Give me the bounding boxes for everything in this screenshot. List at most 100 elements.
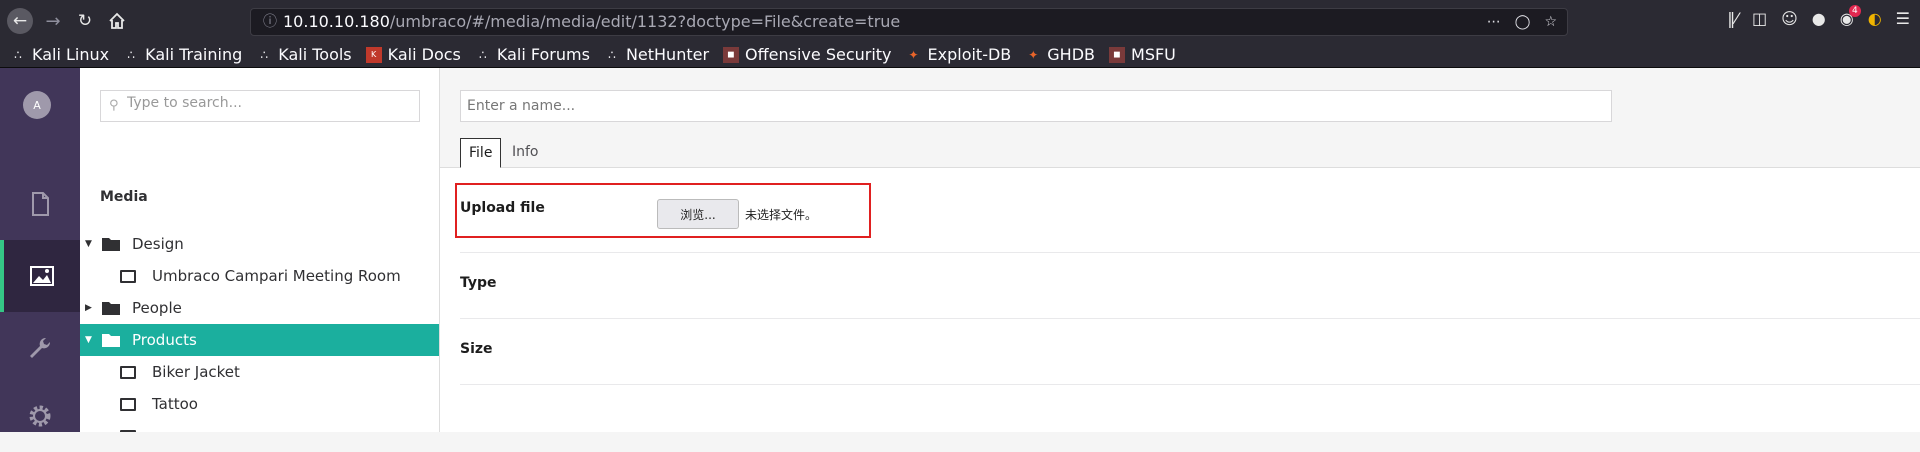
- bookmark-label: Kali Docs: [387, 45, 461, 64]
- tree-node-partial[interactable]: [80, 420, 439, 432]
- tab-label: File: [469, 145, 493, 161]
- tab-info[interactable]: Info: [504, 138, 547, 168]
- settings-wrench-icon: [30, 337, 51, 358]
- umbraco-app: A ⚲ Media ▼ Design Umbraco Campari Meeti…: [0, 68, 1920, 432]
- no-file-selected-text: 未选择文件。: [745, 208, 818, 222]
- folder-icon: [102, 238, 120, 251]
- tree-search[interactable]: ⚲: [100, 90, 420, 122]
- tree-node-biker-jacket[interactable]: Biker Jacket: [80, 356, 439, 388]
- pocket-icon[interactable]: ◯: [1515, 9, 1531, 35]
- section-media[interactable]: [0, 240, 80, 312]
- forward-button[interactable]: →: [41, 9, 65, 33]
- bookmark-label: Kali Forums: [496, 45, 590, 64]
- section-settings[interactable]: [0, 312, 80, 384]
- url-path: /umbraco/#/media/media/edit/1132?doctype…: [389, 12, 901, 31]
- reload-button[interactable]: ↻: [73, 9, 97, 33]
- tree-node-people[interactable]: ▶ People: [80, 292, 439, 324]
- account-icon[interactable]: ☺: [1781, 9, 1798, 28]
- image-icon: [120, 365, 136, 379]
- tree-node-umbraco-campari[interactable]: Umbraco Campari Meeting Room: [80, 260, 439, 292]
- tree-node-label: Biker Jacket: [152, 363, 240, 381]
- bookmark-ghdb[interactable]: ✦ GHDB: [1025, 45, 1095, 64]
- kali-dragon-icon: ∴: [479, 47, 487, 62]
- url-host: 10.10.10.180: [283, 12, 390, 31]
- upload-highlight-box: 浏览... 未选择文件。: [455, 183, 871, 238]
- bookmark-kali-tools[interactable]: ∴ Kali Tools: [256, 45, 351, 64]
- menu-icon[interactable]: ☰: [1896, 9, 1910, 28]
- back-button[interactable]: ←: [7, 8, 33, 34]
- size-property: Size: [460, 319, 1920, 385]
- kali-docs-icon: K: [365, 46, 382, 63]
- ghdb-icon: ✦: [1028, 47, 1039, 62]
- bookmark-label: Kali Linux: [32, 45, 110, 64]
- avatar[interactable]: A: [23, 91, 51, 119]
- type-label: Type: [460, 275, 497, 291]
- browser-toolbar: ← → ↻ ⓘ 10.10.10.180/umbraco/#/media/med…: [0, 0, 1920, 42]
- image-icon: [120, 269, 136, 283]
- bookmark-kali-training[interactable]: ∴ Kali Training: [123, 45, 242, 64]
- tree-node-tattoo[interactable]: Tattoo: [80, 388, 439, 420]
- library-icon[interactable]: ‖⁄: [1727, 9, 1738, 28]
- tree-node-label: Umbraco Campari Meeting Room: [152, 267, 401, 285]
- section-sidebar: A: [0, 68, 80, 432]
- name-input[interactable]: [460, 90, 1612, 122]
- search-input[interactable]: [127, 95, 407, 111]
- bookmark-exploit-db[interactable]: ✦ Exploit-DB: [906, 45, 1012, 64]
- bookmark-label: NetHunter: [625, 45, 710, 64]
- kali-dragon-icon: ∴: [127, 47, 135, 62]
- nethunter-icon: ∴: [608, 47, 616, 62]
- notifications-icon[interactable]: ◉ 4: [1840, 5, 1861, 28]
- bookmark-kali-linux[interactable]: ∴ Kali Linux: [10, 45, 109, 64]
- bookmark-label: Kali Tools: [278, 45, 352, 64]
- section-developer[interactable]: [0, 380, 80, 452]
- media-editor: File Info Upload file 浏览... 未选择文件。 Type …: [440, 68, 1920, 432]
- exploitdb-icon: ✦: [908, 47, 919, 62]
- tree-node-products[interactable]: ▼ Products: [80, 324, 439, 356]
- search-icon: ⚲: [109, 98, 119, 113]
- bookmark-label: GHDB: [1047, 45, 1096, 64]
- bookmark-kali-docs[interactable]: K Kali Docs: [365, 45, 461, 64]
- tab-file[interactable]: File: [460, 138, 502, 168]
- size-label: Size: [460, 341, 493, 357]
- kali-dragon-icon: ∴: [260, 47, 269, 62]
- url-bar[interactable]: ⓘ 10.10.10.180/umbraco/#/media/media/edi…: [250, 8, 1568, 36]
- folder-open-icon: [102, 334, 120, 347]
- section-content[interactable]: [0, 168, 80, 240]
- content-icon: [32, 192, 49, 216]
- caret-down-icon[interactable]: ▼: [85, 239, 92, 249]
- msfu-icon: ◼: [1109, 46, 1126, 63]
- bookmark-star-icon[interactable]: ☆: [1544, 9, 1557, 35]
- browse-button[interactable]: 浏览...: [657, 199, 739, 229]
- home-button[interactable]: [105, 9, 129, 33]
- bookmark-nethunter[interactable]: ∴ NetHunter: [604, 45, 709, 64]
- bookmark-msfu[interactable]: ◼ MSFU: [1109, 45, 1176, 64]
- media-icon: [30, 266, 54, 286]
- bookmark-label: Exploit-DB: [927, 45, 1012, 64]
- bookmark-label: Kali Training: [145, 45, 243, 64]
- bookmark-label: Offensive Security: [745, 45, 892, 64]
- bookmark-kali-forums[interactable]: ∴ Kali Forums: [475, 45, 590, 64]
- tree-node-label: Products: [132, 331, 197, 349]
- caret-down-icon[interactable]: ▼: [85, 335, 92, 345]
- tree-node-design[interactable]: ▼ Design: [80, 228, 439, 260]
- type-property: Type: [460, 253, 1920, 319]
- extension-dark-icon[interactable]: ●: [1812, 9, 1826, 28]
- browse-label: 浏览...: [680, 207, 716, 222]
- caret-right-icon[interactable]: ▶: [85, 303, 92, 313]
- site-info-icon[interactable]: ⓘ: [263, 9, 277, 35]
- editor-header: File Info: [440, 68, 1920, 168]
- url-text[interactable]: 10.10.10.180/umbraco/#/media/media/edit/…: [283, 9, 900, 35]
- page-actions-icon[interactable]: ⋯: [1487, 9, 1501, 35]
- extension-color-icon[interactable]: ◐: [1868, 9, 1882, 28]
- tree-title: Media: [100, 189, 148, 205]
- tree-node-label: Tattoo: [152, 395, 198, 413]
- tree-node-label: People: [132, 299, 182, 317]
- media-tree-panel: ⚲ Media ▼ Design Umbraco Campari Meeting…: [80, 68, 440, 432]
- image-icon: [120, 397, 136, 411]
- bookmarks-bar: ∴ Kali Linux ∴ Kali Training ∴ Kali Tools K…: [0, 42, 1920, 68]
- kali-dragon-icon: ∴: [14, 47, 22, 62]
- sidebar-toggle-icon[interactable]: ◫: [1752, 9, 1767, 28]
- bookmark-offensive-security[interactable]: ◼ Offensive Security: [723, 45, 892, 64]
- offsec-icon: ◼: [723, 46, 740, 63]
- bookmark-label: MSFU: [1131, 45, 1176, 64]
